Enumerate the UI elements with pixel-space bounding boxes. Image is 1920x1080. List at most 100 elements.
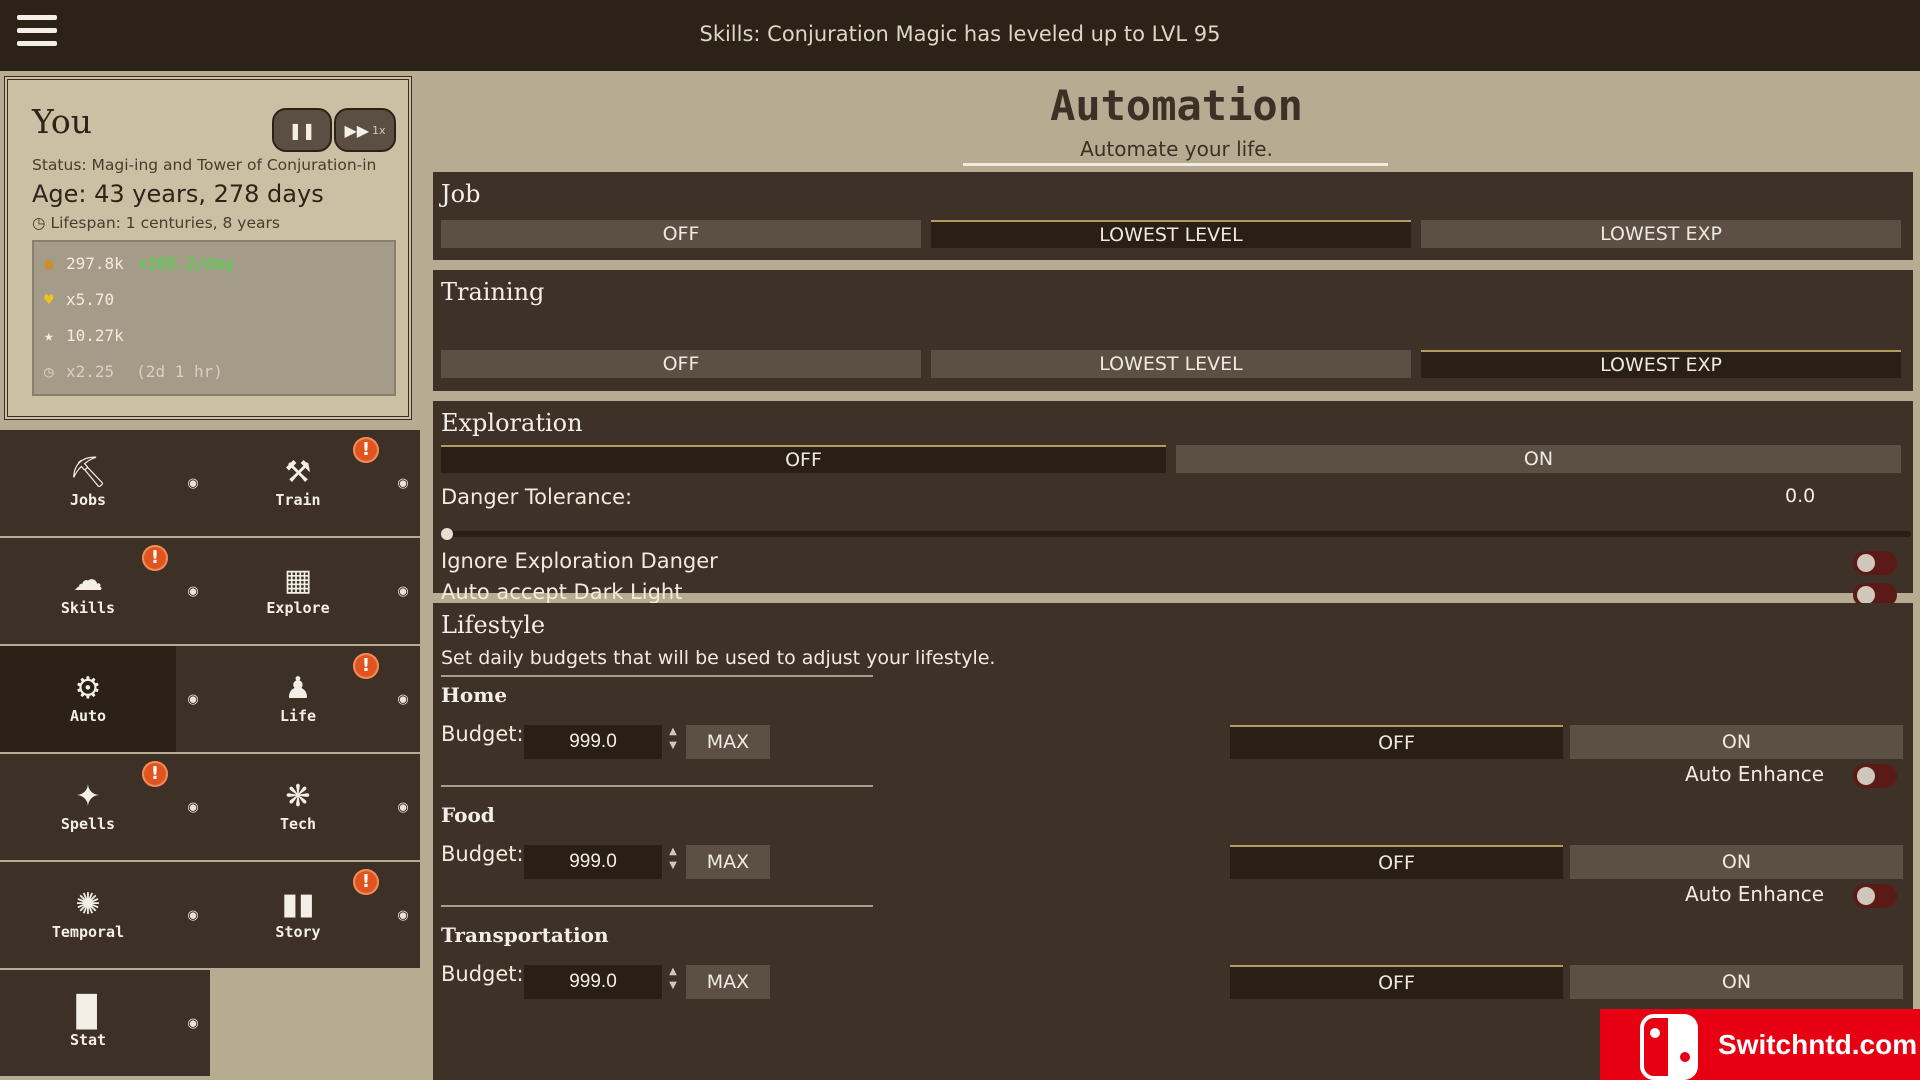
stars-value: 10.27k bbox=[66, 326, 124, 345]
top-bar: Skills: Conjuration Magic has leveled up… bbox=[0, 0, 1920, 71]
food-divider bbox=[441, 905, 873, 907]
food-budget-spinner[interactable]: ▲ ▼ bbox=[666, 845, 680, 879]
visibility-eye-icon[interactable]: ◉ bbox=[176, 970, 210, 1076]
home-auto-enhance-toggle[interactable] bbox=[1853, 764, 1897, 788]
transport-max-button[interactable]: MAX bbox=[686, 965, 770, 999]
fast-forward-button[interactable]: ▶▶ 1x bbox=[334, 108, 396, 152]
player-card: You ❚❚ ▶▶ 1x Status: Magi-ing and Tower o… bbox=[4, 76, 412, 420]
home-off-button[interactable]: OFF bbox=[1230, 725, 1563, 759]
job-off-button[interactable]: OFF bbox=[441, 220, 921, 248]
main-panel: Automation Automate your life. Job OFF L… bbox=[433, 71, 1920, 1080]
people-icon: ♟ bbox=[284, 671, 312, 706]
food-auto-enhance-toggle[interactable] bbox=[1853, 884, 1897, 908]
ignore-danger-label: Ignore Exploration Danger bbox=[441, 549, 718, 573]
food-off-button[interactable]: OFF bbox=[1230, 845, 1563, 879]
pickaxe-icon: ⛏ bbox=[68, 455, 108, 490]
watermark-banner: Switchntd.com bbox=[1600, 1009, 1920, 1080]
job-lowest-exp-button[interactable]: LOWEST EXP bbox=[1421, 220, 1901, 248]
home-divider bbox=[441, 785, 873, 787]
lifespan-text: ◷ Lifespan: 1 centuries, 8 years bbox=[32, 214, 280, 232]
slider-thumb[interactable] bbox=[441, 528, 453, 540]
coins-icon: ● bbox=[44, 254, 54, 273]
transport-budget-label: Budget: bbox=[441, 962, 524, 986]
visibility-eye-icon[interactable]: ◉ bbox=[176, 430, 210, 536]
evil-stat: ★ 10.27k bbox=[44, 326, 124, 345]
clock-icon: ◷ bbox=[44, 362, 54, 381]
alert-badge: ! bbox=[353, 653, 379, 679]
job-lowest-level-button[interactable]: LOWEST LEVEL bbox=[931, 220, 1411, 248]
visibility-eye-icon[interactable]: ◉ bbox=[386, 754, 420, 860]
visibility-eye-icon[interactable]: ◉ bbox=[386, 646, 420, 752]
nav-jobs[interactable]: ⛏ Jobs bbox=[0, 430, 176, 536]
gears-icon: ❋ bbox=[285, 779, 311, 814]
temporal-icon: ✺ bbox=[75, 887, 101, 922]
transport-on-button[interactable]: ON bbox=[1570, 965, 1903, 999]
nav-stat[interactable]: ▉ Stat bbox=[0, 970, 176, 1076]
food-budget-label: Budget: bbox=[441, 842, 524, 866]
exploration-on-button[interactable]: ON bbox=[1176, 445, 1901, 473]
training-off-button[interactable]: OFF bbox=[441, 350, 921, 378]
map-icon: ▦ bbox=[283, 563, 313, 598]
food-auto-enhance-label: Auto Enhance bbox=[1685, 882, 1825, 906]
home-budget-input[interactable] bbox=[524, 725, 662, 759]
nintendo-switch-logo-icon bbox=[1640, 1013, 1702, 1080]
fast-forward-icon: ▶▶ bbox=[344, 120, 370, 140]
ignore-danger-toggle[interactable] bbox=[1853, 551, 1897, 575]
pause-button[interactable]: ❚❚ bbox=[272, 108, 332, 152]
dark-light-label: Auto accept Dark Light bbox=[441, 580, 683, 604]
stats-box: ● 297.8k +285.2/day ♥ x5.70 ★ 10.27k ◷ x2.25 (… bbox=[32, 240, 396, 396]
notification-text: Skills: Conjuration Magic has leveled up… bbox=[699, 22, 1221, 46]
visibility-eye-icon[interactable]: ◉ bbox=[386, 430, 420, 536]
section-title: Job bbox=[441, 180, 481, 208]
nav-tech[interactable]: ❋ Tech bbox=[210, 754, 386, 860]
food-max-button[interactable]: MAX bbox=[686, 845, 770, 879]
transport-budget-spinner[interactable]: ▲ ▼ bbox=[666, 965, 680, 999]
training-lowest-level-button[interactable]: LOWEST LEVEL bbox=[931, 350, 1411, 378]
home-budget-spinner[interactable]: ▲ ▼ bbox=[666, 725, 680, 759]
status-text: Status: Magi-ing and Tower of Conjuratio… bbox=[32, 156, 377, 174]
alert-badge: ! bbox=[353, 437, 379, 463]
danger-tolerance-value: 0.0 bbox=[1785, 485, 1816, 507]
happiness-value: x5.70 bbox=[66, 290, 115, 309]
lifespan-value: Lifespan: 1 centuries, 8 years bbox=[50, 214, 280, 232]
transport-title: Transportation bbox=[441, 923, 609, 947]
speed-label: 1x bbox=[372, 123, 386, 137]
visibility-eye-icon[interactable]: ◉ bbox=[386, 862, 420, 968]
visibility-eye-icon[interactable]: ◉ bbox=[176, 754, 210, 860]
danger-tolerance-slider[interactable] bbox=[441, 531, 1911, 537]
nav-grid: ⛏ Jobs ◉ ⚒ Train ◉ ! ☁ Skills ◉ ! ▦ Explore … bbox=[0, 430, 422, 1080]
food-budget-input[interactable] bbox=[524, 845, 662, 879]
alert-badge: ! bbox=[142, 545, 168, 571]
page-title: Automation bbox=[1050, 81, 1303, 130]
nav-temporal[interactable]: ✺ Temporal bbox=[0, 862, 176, 968]
home-max-button[interactable]: MAX bbox=[686, 725, 770, 759]
transport-off-button[interactable]: OFF bbox=[1230, 965, 1563, 999]
hammer-icon: ⚒ bbox=[284, 455, 312, 490]
exploration-off-button[interactable]: OFF bbox=[441, 445, 1166, 473]
training-lowest-exp-button[interactable]: LOWEST EXP bbox=[1421, 350, 1901, 378]
nav-explore[interactable]: ▦ Explore bbox=[210, 538, 386, 644]
visibility-eye-icon[interactable]: ◉ bbox=[176, 862, 210, 968]
home-budget-label: Budget: bbox=[441, 722, 524, 746]
time-mult-value: x2.25 bbox=[66, 362, 115, 381]
home-on-button[interactable]: ON bbox=[1570, 725, 1903, 759]
transport-budget-input[interactable] bbox=[524, 965, 662, 999]
title-divider bbox=[963, 163, 1388, 166]
visibility-eye-icon[interactable]: ◉ bbox=[176, 646, 210, 752]
pause-icon: ❚❚ bbox=[288, 120, 316, 140]
section-title: Training bbox=[441, 278, 545, 306]
job-section: Job OFF LOWEST LEVEL LOWEST EXP bbox=[433, 172, 1913, 260]
time-extra-value: (2d 1 hr) bbox=[136, 362, 223, 381]
visibility-eye-icon[interactable]: ◉ bbox=[176, 538, 210, 644]
alert-badge: ! bbox=[353, 869, 379, 895]
star-icon: ★ bbox=[44, 326, 54, 345]
danger-tolerance-label: Danger Tolerance: bbox=[441, 485, 633, 509]
player-name: You bbox=[32, 102, 93, 141]
page-subtitle: Automate your life. bbox=[1080, 137, 1273, 161]
clock-icon: ◷ bbox=[32, 214, 46, 232]
food-title: Food bbox=[441, 803, 495, 827]
visibility-eye-icon[interactable]: ◉ bbox=[386, 538, 420, 644]
food-on-button[interactable]: ON bbox=[1570, 845, 1903, 879]
nav-auto[interactable]: ⚙ Auto bbox=[0, 646, 176, 752]
alert-badge: ! bbox=[142, 761, 168, 787]
